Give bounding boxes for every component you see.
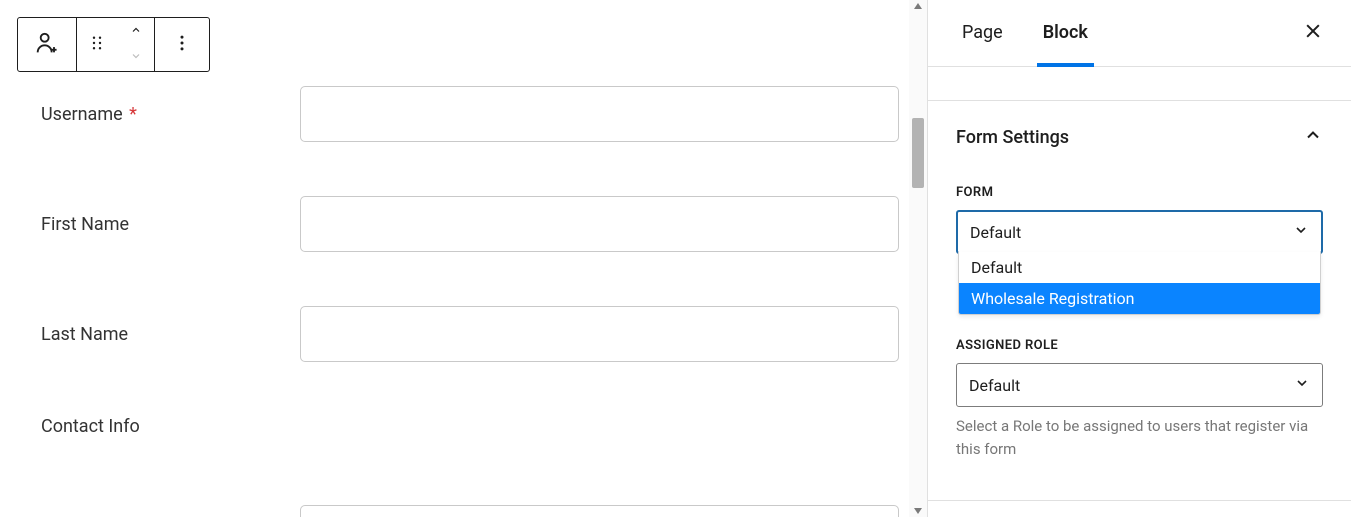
- close-sidebar-button[interactable]: [1303, 21, 1323, 45]
- form-row-first-name: First Name: [41, 196, 899, 252]
- form-select[interactable]: Default Default Wholesale Registration: [956, 210, 1323, 254]
- chevron-up-icon: [1303, 125, 1323, 149]
- tab-page[interactable]: Page: [956, 1, 1009, 67]
- settings-sidebar: Page Block Form Settings FORM: [927, 0, 1351, 517]
- email-input[interactable]: [300, 505, 899, 517]
- scroll-down-arrow[interactable]: [909, 505, 927, 517]
- drag-handle-button[interactable]: [77, 18, 117, 71]
- chevron-down-icon: [1293, 222, 1309, 242]
- form-row-username: Username *: [41, 86, 899, 142]
- form-row-email: E-mail *: [41, 505, 899, 517]
- username-input[interactable]: [300, 86, 899, 142]
- more-options-button[interactable]: [155, 18, 209, 71]
- block-toolbar: [17, 17, 210, 72]
- first-name-label: First Name: [41, 214, 300, 235]
- move-up-button[interactable]: [117, 18, 154, 45]
- username-label: Username *: [41, 104, 300, 125]
- form-select-value: Default: [970, 223, 1021, 242]
- sidebar-tabs: Page Block: [928, 0, 1351, 67]
- more-vertical-icon: [172, 33, 192, 56]
- tab-block[interactable]: Block: [1037, 1, 1094, 67]
- panel-body: FORM Default Default Wholesale Registrat…: [928, 173, 1351, 500]
- user-plus-icon: [33, 29, 61, 60]
- chevron-up-icon: [127, 24, 145, 39]
- assigned-role-value: Default: [969, 376, 1020, 395]
- block-type-button[interactable]: [18, 18, 76, 71]
- required-marker: *: [129, 104, 137, 125]
- label-text: Username: [41, 104, 123, 125]
- contact-info-heading: Contact Info: [41, 416, 899, 437]
- collapsed-panel: [928, 67, 1351, 101]
- panel-title: Form Settings: [956, 127, 1069, 148]
- assigned-role-help: Select a Role to be assigned to users th…: [956, 415, 1323, 460]
- assigned-role-select[interactable]: Default: [956, 363, 1323, 407]
- scrollbar-thumb[interactable]: [912, 118, 924, 188]
- form-area: Username * First Name Last Name Contact …: [41, 86, 899, 517]
- dropdown-option[interactable]: Wholesale Registration: [959, 283, 1320, 314]
- form-settings-panel: Form Settings FORM Default: [928, 101, 1351, 501]
- form-row-last-name: Last Name: [41, 306, 899, 362]
- dropdown-option[interactable]: Default: [959, 252, 1320, 283]
- assigned-role-field: ASSIGNED ROLE Default Select a Role to b…: [956, 338, 1323, 460]
- last-name-input[interactable]: [300, 306, 899, 362]
- canvas-scrollbar[interactable]: [909, 0, 927, 517]
- form-select-field: FORM Default Default Wholesale Registrat…: [956, 185, 1323, 254]
- assigned-role-label: ASSIGNED ROLE: [956, 338, 1323, 353]
- move-down-button[interactable]: [117, 45, 154, 72]
- chevron-down-icon: [127, 50, 145, 65]
- editor-canvas: Username * First Name Last Name Contact …: [0, 0, 909, 517]
- close-icon: [1303, 29, 1323, 45]
- first-name-input[interactable]: [300, 196, 899, 252]
- chevron-down-icon: [1294, 375, 1310, 395]
- form-select-label: FORM: [956, 185, 1323, 200]
- panel-header[interactable]: Form Settings: [928, 101, 1351, 173]
- scroll-up-arrow[interactable]: [909, 0, 927, 12]
- drag-handle-icon: [88, 34, 106, 55]
- last-name-label: Last Name: [41, 324, 300, 345]
- form-select-dropdown: Default Wholesale Registration: [958, 252, 1321, 315]
